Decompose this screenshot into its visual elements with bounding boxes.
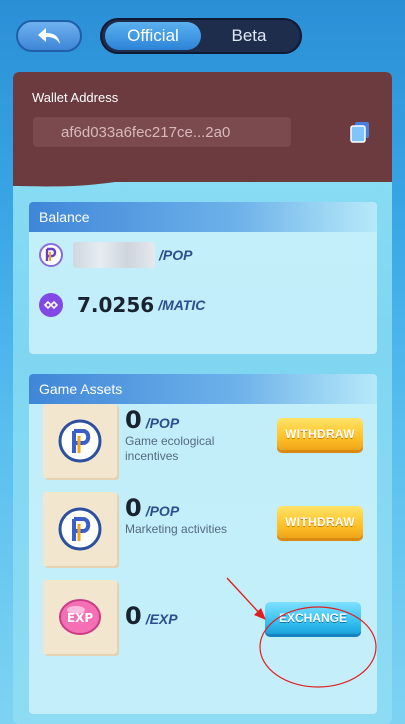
asset-description: Marketing activities: [125, 522, 228, 536]
asset-description: Game ecological incentives: [125, 434, 215, 463]
game-assets-section: Game Assets 0 /POP Game ecological incen…: [29, 374, 377, 714]
balance-title: Balance: [29, 202, 377, 232]
tab-official[interactable]: Official: [105, 22, 201, 50]
exchange-button[interactable]: EXCHANGE: [265, 602, 361, 634]
asset-amount: 0 /POP: [125, 406, 179, 434]
game-assets-title: Game Assets: [29, 374, 377, 404]
pop-balance-row: /POP: [39, 240, 192, 270]
asset-amount-value: 0: [125, 494, 142, 522]
balance-section: Balance /POP 7.0256 /MATIC: [29, 202, 377, 354]
pop-unit: /POP: [159, 247, 193, 263]
asset-row-exp: EXP 0 /EXP EXCHANGE: [43, 580, 373, 660]
matic-unit: /MATIC: [158, 297, 206, 313]
asset-amount-value: 0: [125, 602, 142, 630]
matic-balance-row: 7.0256 /MATIC: [39, 290, 205, 320]
tab-beta[interactable]: Beta: [201, 22, 297, 50]
pop-coin-icon: [39, 243, 63, 267]
wallet-title: Wallet Address: [32, 90, 119, 105]
asset-amount-unit: /POP: [145, 503, 180, 519]
svg-text:EXP: EXP: [67, 611, 93, 625]
asset-amount-value: 0: [125, 406, 142, 434]
asset-amount: 0 /POP: [125, 494, 179, 522]
asset-row-marketing: 0 /POP Marketing activities WITHDRAW: [43, 492, 373, 572]
withdraw-button[interactable]: WITHDRAW: [277, 418, 363, 450]
copy-icon[interactable]: [349, 120, 371, 144]
matic-coin-icon: [39, 293, 63, 317]
asset-amount-unit: /POP: [145, 415, 180, 431]
back-button[interactable]: [16, 20, 82, 52]
exp-badge-icon: EXP: [43, 580, 117, 654]
asset-row-game-incentives: 0 /POP Game ecological incentives WITHDR…: [43, 404, 373, 484]
pop-balance-hidden: [73, 242, 155, 268]
asset-amount: 0 /EXP: [125, 602, 178, 630]
environment-toggle: Official Beta: [100, 18, 302, 54]
asset-amount-unit: /EXP: [145, 611, 178, 627]
matic-value: 7.0256: [77, 293, 155, 317]
back-arrow-icon: [38, 28, 60, 44]
withdraw-button[interactable]: WITHDRAW: [277, 506, 363, 538]
main-panel: Wallet Address af6d033a6fec217ce...2a0 B…: [13, 72, 392, 724]
wallet-address: af6d033a6fec217ce...2a0: [33, 117, 291, 147]
pop-token-icon: [43, 404, 117, 478]
top-bar: Official Beta: [0, 0, 405, 70]
pop-token-icon: [43, 492, 117, 566]
